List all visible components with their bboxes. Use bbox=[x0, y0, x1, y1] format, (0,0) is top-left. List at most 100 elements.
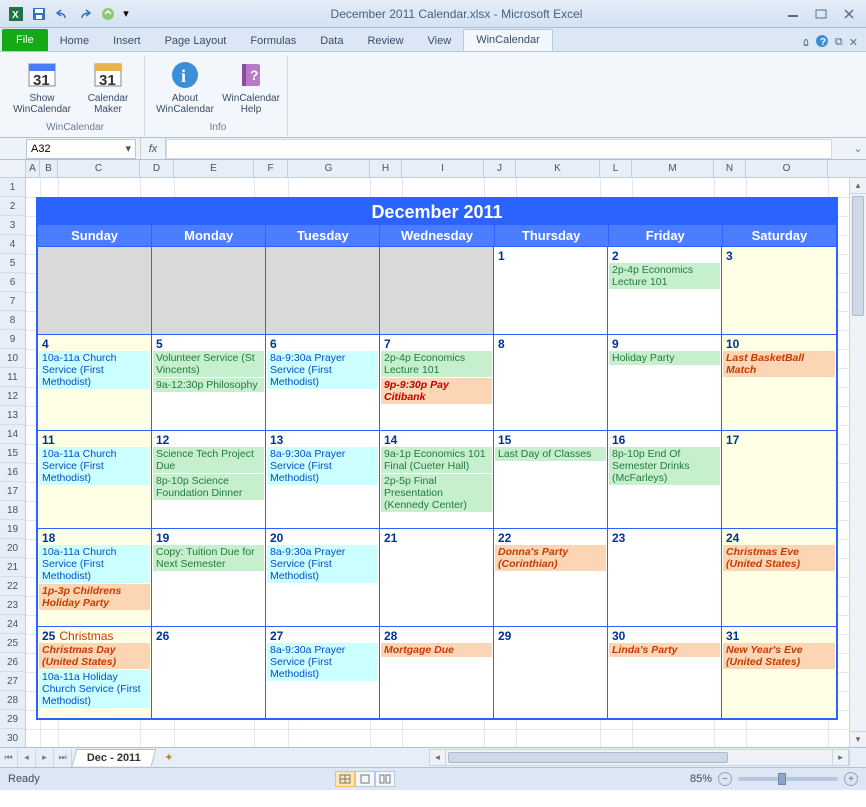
name-box[interactable]: A32 ▾ bbox=[26, 139, 136, 159]
calendar-event[interactable]: 2p-4p Economics Lecture 101 bbox=[609, 263, 720, 289]
row-header[interactable]: 23 bbox=[0, 596, 25, 615]
calendar-event[interactable]: Science Tech Project Due bbox=[153, 447, 264, 473]
row-header[interactable]: 9 bbox=[0, 330, 25, 349]
calendar-cell[interactable]: 24Christmas Eve (United States) bbox=[722, 529, 836, 626]
calendar-event[interactable]: 9a-12:30p Philosophy bbox=[153, 378, 264, 392]
calendar-cell[interactable]: 26 bbox=[152, 627, 266, 718]
calendar-cell[interactable]: 15Last Day of Classes bbox=[494, 431, 608, 528]
calendar-cell[interactable]: 1110a-11a Church Service (First Methodis… bbox=[38, 431, 152, 528]
calendar-event[interactable]: 2p-4p Economics Lecture 101 bbox=[381, 351, 492, 377]
calendar-cell[interactable]: 22p-4p Economics Lecture 101 bbox=[608, 247, 722, 334]
row-header[interactable]: 28 bbox=[0, 691, 25, 710]
window-restore-icon[interactable]: ⧉ bbox=[835, 36, 843, 49]
row-header[interactable]: 18 bbox=[0, 501, 25, 520]
calendar-cell[interactable]: 5Volunteer Service (St Vincents)9a-12:30… bbox=[152, 335, 266, 430]
calendar-cell[interactable]: 68a-9:30a Prayer Service (First Methodis… bbox=[266, 335, 380, 430]
row-header[interactable]: 19 bbox=[0, 520, 25, 539]
help-button[interactable]: ? WinCalendar Help bbox=[221, 57, 281, 120]
row-header[interactable]: 13 bbox=[0, 406, 25, 425]
row-header[interactable]: 25 bbox=[0, 634, 25, 653]
calendar-event[interactable]: Last BasketBall Match bbox=[723, 351, 835, 377]
calendar-cell[interactable]: 28Mortgage Due bbox=[380, 627, 494, 718]
calendar-event[interactable]: Christmas Eve (United States) bbox=[723, 545, 835, 571]
formula-input[interactable] bbox=[166, 139, 832, 159]
calendar-maker-button[interactable]: 31 Calendar Maker bbox=[78, 57, 138, 120]
row-header[interactable]: 7 bbox=[0, 292, 25, 311]
calendar-event[interactable]: Linda's Party bbox=[609, 643, 720, 657]
calendar-cell[interactable]: 1 bbox=[494, 247, 608, 334]
calendar-event[interactable]: Christmas Day (United States) bbox=[39, 643, 150, 669]
col-header[interactable]: G bbox=[288, 160, 370, 177]
calendar-event[interactable]: 10a-11a Church Service (First Methodist) bbox=[39, 351, 150, 389]
cells-area[interactable]: December 2011 SundayMondayTuesdayWednesd… bbox=[26, 178, 866, 748]
calendar-cell[interactable]: 22Donna's Party (Corinthian) bbox=[494, 529, 608, 626]
formula-expand-icon[interactable]: ⌄ bbox=[850, 142, 866, 155]
chevron-down-icon[interactable]: ▾ bbox=[125, 142, 131, 155]
row-header[interactable]: 6 bbox=[0, 273, 25, 292]
qat-custom-icon[interactable] bbox=[98, 4, 118, 24]
scroll-left-icon[interactable]: ◂ bbox=[430, 750, 446, 765]
row-header[interactable]: 8 bbox=[0, 311, 25, 330]
calendar-cell[interactable]: 9Holiday Party bbox=[608, 335, 722, 430]
calendar-event[interactable]: Last Day of Classes bbox=[495, 447, 606, 461]
zoom-slider[interactable] bbox=[738, 777, 838, 781]
row-header[interactable]: 15 bbox=[0, 444, 25, 463]
col-header[interactable]: B bbox=[40, 160, 58, 177]
col-header[interactable]: N bbox=[714, 160, 746, 177]
window-close2-icon[interactable]: ✕ bbox=[849, 36, 858, 49]
page-layout-view-button[interactable] bbox=[355, 771, 375, 787]
close-button[interactable] bbox=[838, 5, 860, 23]
calendar-cell[interactable]: 278a-9:30a Prayer Service (First Methodi… bbox=[266, 627, 380, 718]
calendar-cell[interactable] bbox=[152, 247, 266, 334]
calendar-cell[interactable]: 19Copy: Tuition Due for Next Semester bbox=[152, 529, 266, 626]
new-sheet-icon[interactable]: ✦ bbox=[158, 751, 180, 764]
calendar-event[interactable]: 9p-9:30p Pay Citibank bbox=[381, 378, 492, 404]
row-header[interactable]: 2 bbox=[0, 197, 25, 216]
calendar-event[interactable]: 9a-1p Economics 101 Final (Cueter Hall) bbox=[381, 447, 492, 473]
tab-page-layout[interactable]: Page Layout bbox=[153, 31, 239, 51]
row-header[interactable]: 22 bbox=[0, 577, 25, 596]
calendar-cell[interactable]: 208a-9:30a Prayer Service (First Methodi… bbox=[266, 529, 380, 626]
col-header[interactable]: D bbox=[140, 160, 174, 177]
calendar-event[interactable]: Mortgage Due bbox=[381, 643, 492, 657]
tab-prev-icon[interactable]: ◂ bbox=[18, 749, 36, 767]
calendar-cell[interactable]: 72p-4p Economics Lecture 1019p-9:30p Pay… bbox=[380, 335, 494, 430]
calendar-cell[interactable]: 12Science Tech Project Due8p-10p Science… bbox=[152, 431, 266, 528]
tab-last-icon[interactable]: ⏭ bbox=[54, 749, 72, 767]
row-header[interactable]: 3 bbox=[0, 216, 25, 235]
calendar-cell[interactable]: 10Last BasketBall Match bbox=[722, 335, 836, 430]
calendar-cell[interactable]: 21 bbox=[380, 529, 494, 626]
tab-formulas[interactable]: Formulas bbox=[238, 31, 308, 51]
calendar-event[interactable]: 2p-5p Final Presentation (Kennedy Center… bbox=[381, 474, 492, 512]
col-header[interactable]: C bbox=[58, 160, 140, 177]
tab-insert[interactable]: Insert bbox=[101, 31, 153, 51]
col-header[interactable]: J bbox=[484, 160, 516, 177]
normal-view-button[interactable] bbox=[335, 771, 355, 787]
calendar-event[interactable]: 8a-9:30a Prayer Service (First Methodist… bbox=[267, 643, 378, 681]
calendar-event[interactable]: Volunteer Service (St Vincents) bbox=[153, 351, 264, 377]
calendar-cell[interactable] bbox=[380, 247, 494, 334]
about-button[interactable]: i About WinCalendar bbox=[155, 57, 215, 120]
calendar-event[interactable]: 8p-10p Science Foundation Dinner bbox=[153, 474, 264, 500]
tab-review[interactable]: Review bbox=[355, 31, 415, 51]
row-header[interactable]: 11 bbox=[0, 368, 25, 387]
row-header[interactable]: 27 bbox=[0, 672, 25, 691]
row-header[interactable]: 4 bbox=[0, 235, 25, 254]
col-header[interactable]: H bbox=[370, 160, 402, 177]
calendar-event[interactable]: 10a-11a Holiday Church Service (First Me… bbox=[39, 670, 150, 708]
calendar-cell[interactable] bbox=[38, 247, 152, 334]
calendar-cell[interactable]: 30Linda's Party bbox=[608, 627, 722, 718]
col-header[interactable]: A bbox=[26, 160, 40, 177]
minimize-button[interactable] bbox=[782, 5, 804, 23]
tab-home[interactable]: Home bbox=[48, 31, 101, 51]
calendar-cell[interactable]: 168p-10p End Of Semester Drinks (McFarle… bbox=[608, 431, 722, 528]
hscroll-thumb[interactable] bbox=[448, 752, 728, 763]
sheet-tab[interactable]: Dec - 2011 bbox=[72, 749, 156, 766]
row-header[interactable]: 16 bbox=[0, 463, 25, 482]
tab-first-icon[interactable]: ⏮ bbox=[0, 749, 18, 767]
select-all-corner[interactable] bbox=[0, 160, 26, 177]
ribbon-minimize-icon[interactable]: ۵ bbox=[803, 36, 809, 49]
calendar-event[interactable]: Donna's Party (Corinthian) bbox=[495, 545, 606, 571]
row-header[interactable]: 17 bbox=[0, 482, 25, 501]
calendar-cell[interactable]: 1810a-11a Church Service (First Methodis… bbox=[38, 529, 152, 626]
